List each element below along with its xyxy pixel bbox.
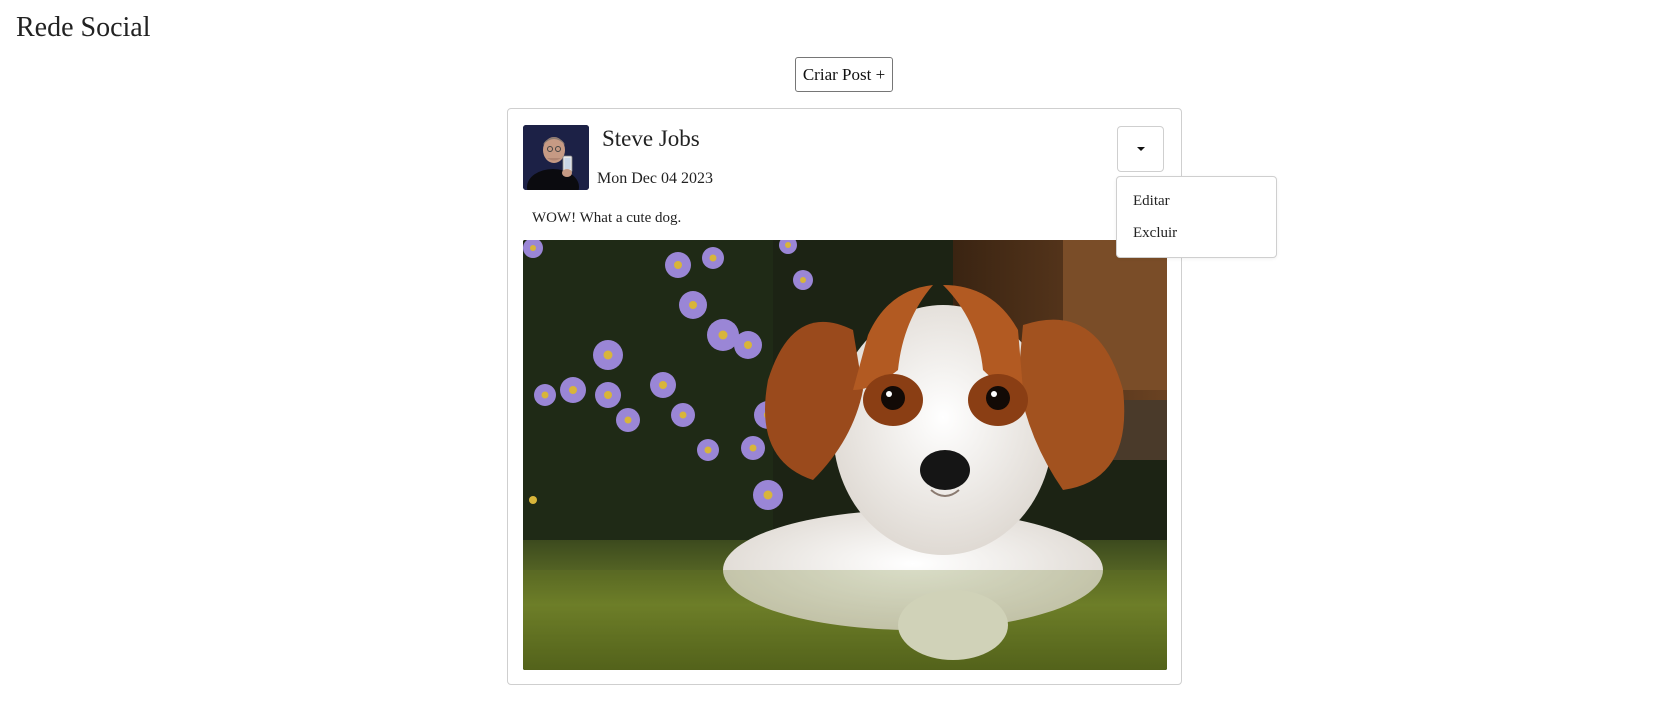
create-post-button[interactable]: Criar Post + [795,57,893,92]
post-image [523,240,1167,670]
edit-menu-item[interactable]: Editar [1133,193,1170,210]
author-avatar [523,125,589,190]
delete-menu-item[interactable]: Excluir [1133,225,1177,242]
user-photo-icon [523,125,589,190]
author-name[interactable]: Steve Jobs [602,126,700,152]
post-options-button[interactable] [1117,126,1164,172]
app-title: Rede Social [16,12,151,43]
post-card: Steve Jobs Mon Dec 04 2023 WOW! What a c… [507,108,1182,685]
post-text: WOW! What a cute dog. [532,210,682,226]
caret-down-icon [1137,147,1145,151]
dog-photo-icon [523,240,1167,670]
post-date: Mon Dec 04 2023 [597,170,713,187]
post-options-menu: Editar Excluir [1116,176,1277,258]
